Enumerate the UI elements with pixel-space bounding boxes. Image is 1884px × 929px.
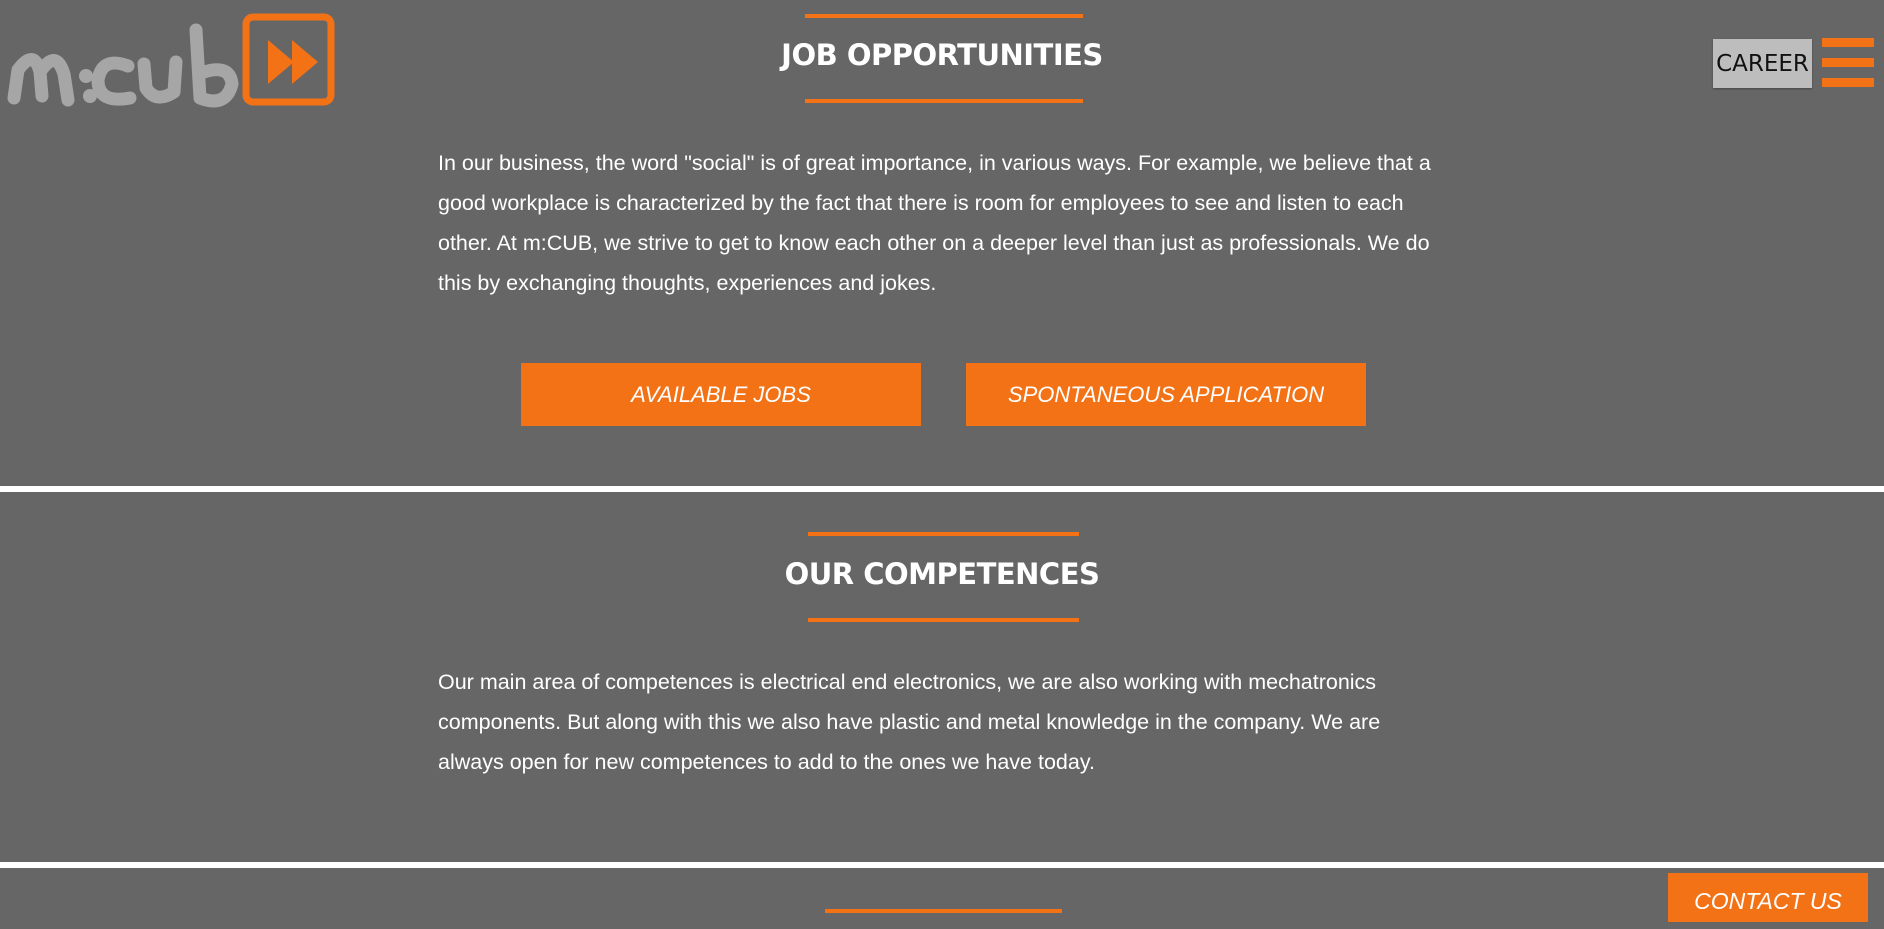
logo-letter-u bbox=[137, 55, 183, 104]
available-jobs-button[interactable]: AVAILABLE JOBS bbox=[521, 363, 921, 426]
logo-letter-m bbox=[7, 53, 75, 107]
logo-letter-b bbox=[189, 23, 239, 108]
career-button[interactable]: CAREER bbox=[1713, 39, 1812, 88]
title-bar-top bbox=[805, 14, 1083, 18]
job-opportunities-title: JOB OPPORTUNITIES bbox=[781, 38, 1103, 72]
logo-colon-dot bbox=[83, 89, 97, 103]
fast-forward-icon bbox=[268, 40, 318, 84]
title-bar-top bbox=[808, 532, 1079, 536]
hamburger-menu-icon[interactable] bbox=[1822, 38, 1874, 90]
hamburger-line bbox=[1822, 38, 1874, 47]
logo-letter-c bbox=[91, 56, 137, 106]
title-bar-bottom bbox=[805, 99, 1083, 103]
hamburger-line bbox=[1822, 58, 1874, 67]
next-section bbox=[0, 868, 1884, 922]
competences-title: OUR COMPETENCES bbox=[784, 557, 1100, 591]
mcub-logo[interactable] bbox=[6, 12, 336, 112]
competences-text: Our main area of competences is electric… bbox=[438, 670, 1381, 774]
title-bar-top bbox=[825, 909, 1062, 913]
hamburger-line bbox=[1822, 78, 1874, 87]
logo-colon-dot bbox=[79, 69, 93, 83]
job-opportunities-text: In our business, the word "social" is of… bbox=[438, 151, 1431, 295]
contact-us-button[interactable]: CONTACT US bbox=[1668, 873, 1868, 922]
spontaneous-application-button[interactable]: SPONTANEOUS APPLICATION bbox=[966, 363, 1366, 426]
title-bar-bottom bbox=[808, 618, 1079, 622]
